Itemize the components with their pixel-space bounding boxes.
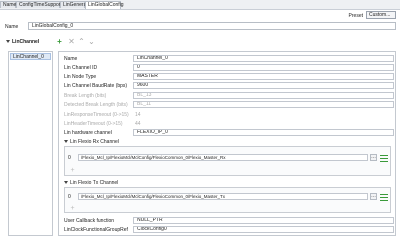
detected-break-select: BL_11 xyxy=(133,101,394,108)
delete-icon[interactable]: ✕ xyxy=(67,37,76,46)
row-index: 0 xyxy=(68,155,71,161)
flexio-rx-path-field[interactable]: /Flexio_Mcl_Ip/FlexioMcl/MclConfig/Flexi… xyxy=(78,154,368,161)
name-label: Name xyxy=(5,24,19,30)
break-length-label: Break Length (bits) xyxy=(64,93,107,99)
flexio-tx-path-field[interactable]: /Flexio_Mcl_Ip/FlexioMcl/MclConfig/Flexi… xyxy=(78,193,368,200)
add-icon[interactable]: + xyxy=(69,167,76,174)
flexio-rx-title: Lin Flexio Rx Channel xyxy=(70,139,119,145)
section-header[interactable]: LinChannel xyxy=(6,39,39,45)
browse-button[interactable]: … xyxy=(370,193,377,200)
tab-lin-global-config[interactable]: LinGlobalConfig xyxy=(85,1,124,9)
tab-config-time-support[interactable]: ConfigTimeSupport xyxy=(16,1,62,8)
baudrate-label: Lin Channel BaudRate (bps) xyxy=(64,83,128,89)
flexio-tx-header[interactable]: Lin Flexio Tx Channel xyxy=(64,180,118,186)
node-type-select[interactable]: MASTER xyxy=(133,73,394,80)
baudrate-field[interactable]: 9600 xyxy=(133,82,394,89)
clock-ref-label: LinClockFunctionalGroupRef xyxy=(64,227,128,233)
section-title: LinChannel xyxy=(12,39,40,45)
chevron-down-icon[interactable] xyxy=(6,40,10,44)
add-icon[interactable]: + xyxy=(69,205,76,212)
add-icon[interactable]: + xyxy=(55,37,64,46)
clock-ref-field[interactable]: ClockConfig0 xyxy=(133,226,394,233)
break-length-select: BL_13 xyxy=(133,92,394,99)
channel-id-field[interactable]: 0 xyxy=(133,64,394,71)
name-field[interactable]: LinGlobalConfig_0 xyxy=(28,22,396,30)
tab-name[interactable]: Name xyxy=(0,1,16,8)
flexio-tx-title: Lin Flexio Tx Channel xyxy=(70,180,119,186)
preset-button[interactable]: Custom... xyxy=(366,11,396,19)
flexio-rx-header[interactable]: Lin Flexio Rx Channel xyxy=(64,139,119,145)
chevron-down-icon[interactable] xyxy=(64,181,68,185)
flexio-rx-table: 0 /Flexio_Mcl_Ip/FlexioMcl/MclConfig/Fle… xyxy=(64,146,391,176)
hw-channel-label: Lin hardware channel xyxy=(64,130,112,136)
response-timeout-value: 14 xyxy=(135,112,141,118)
name-field-label: Name xyxy=(64,56,78,62)
chevron-down-icon[interactable] xyxy=(64,140,68,144)
preset-label: Preset xyxy=(348,13,363,19)
channel-name-field[interactable]: LinChannel_0 xyxy=(133,55,394,62)
response-timeout-label: LinResponseTimeout (0->15) xyxy=(64,112,129,118)
tab-lin-general[interactable]: LinGeneral xyxy=(60,1,87,8)
row-index: 0 xyxy=(68,194,71,200)
flexio-tx-table: 0 /Flexio_Mcl_Ip/FlexioMcl/MclConfig/Fle… xyxy=(64,187,391,213)
channel-list: LinChannel_0 xyxy=(8,51,53,236)
callback-field[interactable]: NULL_PTR xyxy=(133,217,394,224)
detected-break-label: Detected Break Length (bits) xyxy=(64,102,128,108)
menu-icon[interactable] xyxy=(380,194,388,201)
hw-channel-select[interactable]: FLEXIO_IP_0 xyxy=(133,129,394,136)
menu-icon[interactable] xyxy=(380,155,388,162)
callback-label: User Callback function xyxy=(64,218,115,224)
tab-bar: Name ConfigTimeSupport LinGeneral LinGlo… xyxy=(0,0,400,10)
list-item[interactable]: LinChannel_0 xyxy=(10,53,51,60)
move-down-icon[interactable]: ⌄ xyxy=(87,37,96,46)
header-timeout-label: LinHeaderTimeout (0->15) xyxy=(64,121,123,127)
move-up-icon[interactable]: ⌃ xyxy=(77,37,86,46)
browse-button[interactable]: … xyxy=(370,154,377,161)
header-timeout-value: 44 xyxy=(135,121,141,127)
node-type-label: Lin Node Type xyxy=(64,74,97,80)
channel-id-label: Lin Channel ID xyxy=(64,65,98,71)
